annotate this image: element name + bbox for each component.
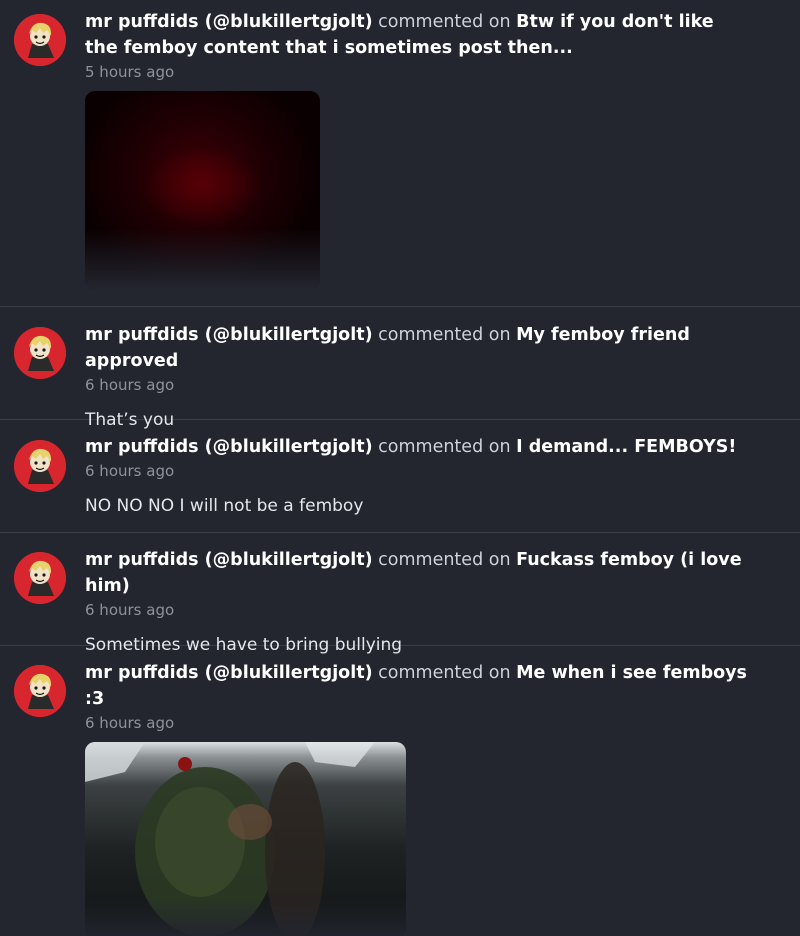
feed-item: mr puffdids (@blukillertgjolt) commented… bbox=[0, 307, 800, 430]
author-name[interactable]: mr puffdids (@blukillertgjolt) bbox=[85, 12, 373, 32]
comment-image[interactable] bbox=[85, 742, 406, 936]
comment-headline: mr puffdids (@blukillertgjolt) commented… bbox=[85, 9, 750, 61]
feed-item: mr puffdids (@blukillertgjolt) commented… bbox=[0, 420, 800, 533]
author-name[interactable]: mr puffdids (@blukillertgjolt) bbox=[85, 550, 373, 570]
timestamp: 5 hours ago bbox=[85, 63, 175, 81]
comment-image[interactable] bbox=[85, 91, 320, 289]
avatar[interactable] bbox=[14, 327, 66, 379]
comment-headline: mr puffdids (@blukillertgjolt) commented… bbox=[85, 322, 750, 374]
avatar[interactable] bbox=[14, 552, 66, 604]
feed-item: mr puffdids (@blukillertgjolt) commented… bbox=[0, 533, 800, 655]
activity-feed: mr puffdids (@blukillertgjolt) commented… bbox=[0, 0, 800, 936]
action-verb: commented on bbox=[378, 550, 511, 570]
timestamp: 6 hours ago bbox=[85, 601, 175, 619]
feed-item: mr puffdids (@blukillertgjolt) commented… bbox=[0, 646, 800, 936]
author-name[interactable]: mr puffdids (@blukillertgjolt) bbox=[85, 325, 373, 345]
timestamp: 6 hours ago bbox=[85, 714, 175, 732]
author-name[interactable]: mr puffdids (@blukillertgjolt) bbox=[85, 437, 373, 457]
comment-text: NO NO NO I will not be a femboy bbox=[85, 496, 364, 516]
action-verb: commented on bbox=[378, 12, 511, 32]
post-title-link[interactable]: I demand... FEMBOYS! bbox=[516, 437, 736, 457]
avatar[interactable] bbox=[14, 440, 66, 492]
avatar[interactable] bbox=[14, 665, 66, 717]
action-verb: commented on bbox=[378, 325, 511, 345]
avatar[interactable] bbox=[14, 14, 66, 66]
timestamp: 6 hours ago bbox=[85, 462, 175, 480]
comment-headline: mr puffdids (@blukillertgjolt) commented… bbox=[85, 660, 750, 712]
feed-item: mr puffdids (@blukillertgjolt) commented… bbox=[0, 0, 800, 307]
action-verb: commented on bbox=[378, 663, 511, 683]
comment-headline: mr puffdids (@blukillertgjolt) commented… bbox=[85, 547, 750, 599]
timestamp: 6 hours ago bbox=[85, 376, 175, 394]
action-verb: commented on bbox=[378, 437, 511, 457]
author-name[interactable]: mr puffdids (@blukillertgjolt) bbox=[85, 663, 373, 683]
comment-headline: mr puffdids (@blukillertgjolt) commented… bbox=[85, 434, 750, 460]
